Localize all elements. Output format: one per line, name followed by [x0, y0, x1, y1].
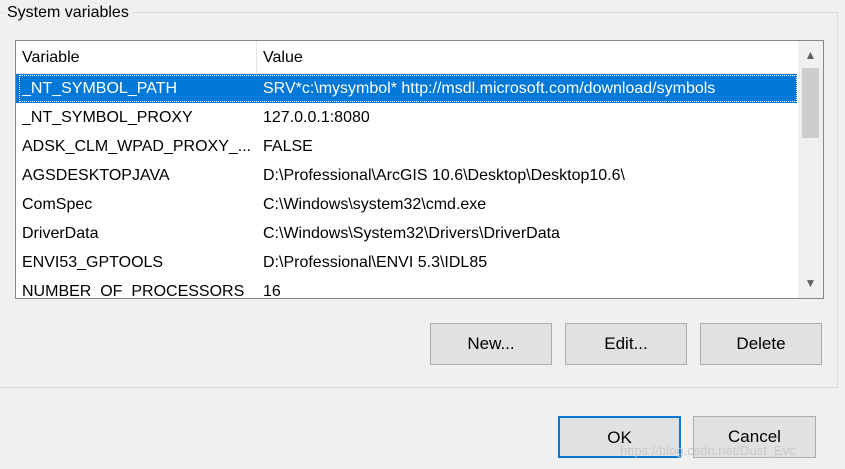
value-cell: C:\Windows\system32\cmd.exe: [263, 196, 487, 213]
group-title: System variables: [4, 3, 132, 23]
value-cell: SRV*c:\mysymbol* http://msdl.microsoft.c…: [263, 80, 716, 97]
list-row[interactable]: _NT_SYMBOL_PROXY 127.0.0.1:8080: [16, 103, 797, 132]
delete-button[interactable]: Delete: [700, 323, 822, 365]
vertical-scrollbar[interactable]: ▲ ▼: [798, 41, 823, 298]
edit-button[interactable]: Edit...: [565, 323, 687, 365]
system-variables-list[interactable]: Variable Value _NT_SYMBOL_PATH SRV*c:\my…: [15, 40, 824, 299]
list-row[interactable]: _NT_SYMBOL_PATH SRV*c:\mysymbol* http://…: [16, 74, 797, 103]
value-cell: C:\Windows\System32\Drivers\DriverData: [263, 225, 560, 242]
list-row[interactable]: ADSK_CLM_WPAD_PROXY_... FALSE: [16, 132, 797, 161]
column-header-value[interactable]: Value: [257, 41, 797, 73]
variable-cell: NUMBER_OF_PROCESSORS: [22, 283, 245, 299]
value-cell: FALSE: [263, 138, 313, 155]
scrollbar-thumb[interactable]: [802, 68, 819, 138]
chevron-up-icon[interactable]: ▲: [798, 43, 823, 68]
list-row[interactable]: ComSpec C:\Windows\system32\cmd.exe: [16, 190, 797, 219]
variable-cell: _NT_SYMBOL_PATH: [22, 80, 178, 97]
watermark-text: https://blog.csdn.net/Dust_Evc: [620, 443, 796, 458]
column-header-variable[interactable]: Variable: [16, 41, 257, 73]
variable-cell: ComSpec: [22, 196, 93, 213]
chevron-down-icon[interactable]: ▼: [798, 271, 823, 296]
variable-cell: DriverData: [22, 225, 99, 242]
list-row[interactable]: DriverData C:\Windows\System32\Drivers\D…: [16, 219, 797, 248]
list-rows: _NT_SYMBOL_PATH SRV*c:\mysymbol* http://…: [16, 74, 797, 299]
variable-cell: ADSK_CLM_WPAD_PROXY_...: [22, 138, 252, 155]
value-cell: D:\Professional\ENVI 5.3\IDL85: [263, 254, 488, 271]
list-header: Variable Value: [16, 41, 797, 74]
new-button[interactable]: New...: [430, 323, 552, 365]
value-cell: D:\Professional\ArcGIS 10.6\Desktop\Desk…: [263, 167, 625, 184]
list-row[interactable]: ENVI53_GPTOOLS D:\Professional\ENVI 5.3\…: [16, 248, 797, 277]
variable-cell: ENVI53_GPTOOLS: [22, 254, 164, 271]
variable-cell: AGSDESKTOPJAVA: [22, 167, 170, 184]
value-cell: 127.0.0.1:8080: [263, 109, 370, 126]
list-row[interactable]: AGSDESKTOPJAVA D:\Professional\ArcGIS 10…: [16, 161, 797, 190]
variable-cell: _NT_SYMBOL_PROXY: [22, 109, 193, 126]
value-cell: 16: [263, 283, 281, 299]
list-row[interactable]: NUMBER_OF_PROCESSORS 16: [16, 277, 797, 299]
